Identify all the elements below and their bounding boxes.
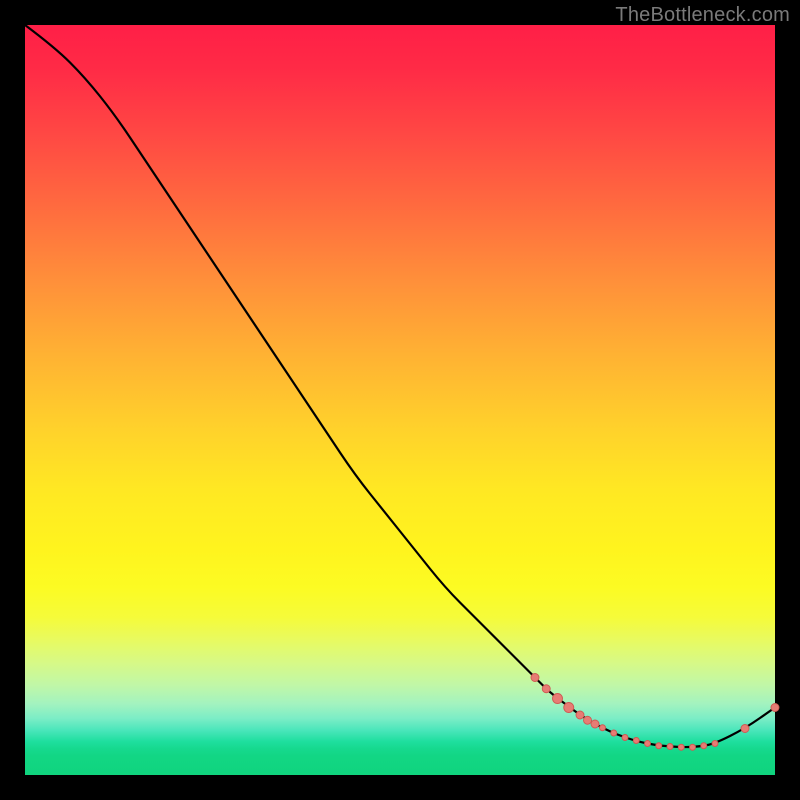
data-marker xyxy=(712,741,718,747)
data-marker xyxy=(576,711,584,719)
data-marker xyxy=(531,674,539,682)
data-marker xyxy=(678,744,684,750)
data-marker xyxy=(690,744,696,750)
data-marker xyxy=(553,694,563,704)
data-marker xyxy=(542,685,550,693)
data-marker xyxy=(741,725,749,733)
data-marker xyxy=(584,716,592,724)
chart-svg xyxy=(25,25,775,775)
chart-plot-area xyxy=(25,25,775,775)
chart-stage: TheBottleneck.com xyxy=(0,0,800,800)
data-marker xyxy=(600,725,606,731)
data-marker xyxy=(667,744,673,750)
data-marker xyxy=(633,738,639,744)
data-marker xyxy=(645,741,651,747)
data-marker xyxy=(591,720,599,728)
attribution-label: TheBottleneck.com xyxy=(615,4,790,27)
data-marker xyxy=(611,730,617,736)
data-marker xyxy=(701,743,707,749)
bottleneck-curve xyxy=(25,25,775,747)
data-marker xyxy=(564,703,574,713)
data-marker xyxy=(656,743,662,749)
data-markers xyxy=(531,674,779,751)
data-marker xyxy=(771,704,779,712)
data-marker xyxy=(622,735,628,741)
